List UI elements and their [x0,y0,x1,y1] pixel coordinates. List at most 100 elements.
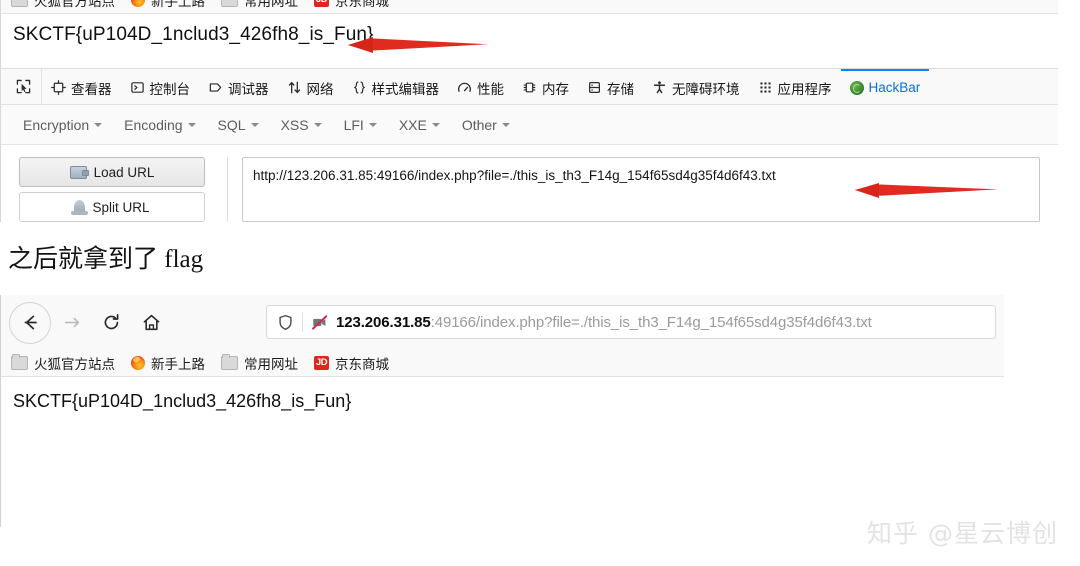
menu-label: Encryption [23,116,90,133]
tab-network[interactable]: 网络 [278,69,343,104]
home-button[interactable] [131,303,171,343]
tab-accessibility[interactable]: 无障碍环境 [643,69,749,104]
urlbar-separator [302,312,303,332]
bookmark-item[interactable]: 新手上路 [131,0,205,10]
chevron-down-icon [431,122,440,127]
hackbar-icon [849,80,864,95]
chevron-down-icon [501,122,510,127]
tab-label: 调试器 [228,81,269,97]
element-picker-icon [16,79,30,94]
tab-label: 样式编辑器 [371,81,440,97]
menu-label: Encoding [124,116,183,133]
load-url-icon [69,165,89,179]
chevron-down-icon [187,122,196,127]
reload-button[interactable] [91,303,131,343]
url-text: 123.206.31.85:49166/index.php?file=./thi… [336,314,872,331]
folder-icon [11,354,28,370]
split-url-label: Split URL [92,199,150,215]
forward-arrow-icon [64,317,79,328]
hackbar-menu-xss[interactable]: XSS [281,117,322,133]
tab-application[interactable]: 应用程序 [749,69,841,104]
memory-icon [523,82,536,93]
jd-icon: JD [314,0,329,7]
page-flag-text: SKCTF{uP104D_1nclud3_426fh8_is_Fun} [13,24,374,45]
application-icon [759,82,771,93]
tab-storage[interactable]: 存储 [578,69,643,104]
hackbar-button-column: Load URL Split URL [19,157,205,222]
folder-icon [221,0,238,7]
chevron-down-icon [368,122,377,127]
tab-console[interactable]: 控制台 [121,69,200,104]
folder-icon [11,0,28,7]
menu-label: XSS [280,116,309,133]
hackbar-url-input[interactable]: http://123.206.31.85:49166/index.php?fil… [242,157,1040,222]
bookmark-item[interactable]: 火狐官方站点 [11,0,115,10]
hackbar-menu-xxe[interactable]: XXE [399,117,440,133]
tab-label: 网络 [306,81,334,97]
hackbar-menu-other[interactable]: Other [462,117,510,133]
jd-icon: JD [314,356,329,370]
hackbar-menu-encoding[interactable]: Encoding [124,116,196,133]
accessibility-icon [653,81,666,94]
watermark: 知乎 @星云博创 [867,519,1058,548]
tab-label: 查看器 [71,81,112,97]
chevron-down-icon [94,122,103,127]
tab-inspector[interactable]: 查看器 [42,69,121,104]
menu-label: LFI [343,116,364,133]
hackbar-menu-bar: Encryption Encoding SQL XSS LFI XXE Othe… [1,105,1058,145]
back-button[interactable] [9,301,51,344]
tab-label: 无障碍环境 [672,81,740,97]
tab-style-editor[interactable]: 样式编辑器 [343,69,449,104]
menu-label: SQL [217,116,246,133]
bookmark-item[interactable]: JD 京东商城 [314,0,389,10]
forward-button[interactable] [51,303,91,343]
back-arrow-icon [24,315,37,330]
url-bar[interactable]: 123.206.31.85:49166/index.php?file=./thi… [266,305,996,339]
bookmarks-bar-clipped: 火狐官方站点 新手上路 常用网址 JD 京东商城 [1,0,1058,14]
hackbar-menu-lfi[interactable]: LFI [344,117,377,133]
element-picker-button[interactable] [5,69,42,104]
tab-debugger[interactable]: 调试器 [199,69,278,104]
camera-blocked-icon[interactable] [311,314,328,331]
bookmark-item-getting-started[interactable]: 新手上路 [131,353,205,373]
performance-icon [458,82,471,92]
split-url-button[interactable]: Split URL [19,192,205,222]
chevron-down-icon [313,122,322,127]
folder-icon [221,354,238,370]
tab-memory[interactable]: 内存 [513,69,578,104]
bookmarks-bar: 火狐官方站点 新手上路 常用网址 JD 京东商城 [1,350,1004,377]
bookmark-label: 新手上路 [151,357,205,372]
hackbar-menu-sql[interactable]: SQL [218,117,259,133]
url-host: 123.206.31.85 [336,313,431,331]
style-editor-icon [353,81,365,94]
chevron-down-icon [250,122,259,127]
browser-nav-bar: 123.206.31.85:49166/index.php?file=./thi… [1,295,1004,350]
tab-label: 内存 [542,81,569,97]
article-paragraph: 之后就拿到了 flag [8,246,204,273]
browser-screenshot: 123.206.31.85:49166/index.php?file=./thi… [0,295,1004,527]
bookmark-label: 火狐官方站点 [34,357,115,372]
shield-icon[interactable] [277,314,294,331]
tab-label: 性能 [477,81,504,97]
tab-label: HackBar [868,80,921,95]
menu-label: XXE [398,116,427,133]
hackbar-menu-encryption[interactable]: Encryption [23,116,103,133]
firefox-icon [131,356,145,370]
bookmark-item[interactable]: 常用网址 [221,0,298,10]
bookmark-label: 火狐官方站点 [34,0,115,9]
bookmark-item-common-sites[interactable]: 常用网址 [221,353,298,373]
debugger-icon [209,83,222,92]
load-url-button[interactable]: Load URL [19,157,205,187]
bookmark-label: 京东商城 [335,0,389,9]
reload-icon [104,314,118,330]
url-path: :49166/index.php?file=./this_is_th3_F14g… [430,313,872,331]
menu-label: Other [461,116,497,133]
devtools-screenshot: 火狐官方站点 新手上路 常用网址 JD 京东商城 SKCTF{uP104D_1n… [0,0,1058,222]
bookmark-item-jd[interactable]: JD 京东商城 [314,353,389,373]
bookmark-item-firefox-official[interactable]: 火狐官方站点 [11,353,115,373]
tab-label: 控制台 [149,81,191,97]
panel-divider [227,157,228,222]
tab-hackbar[interactable]: HackBar [840,69,930,104]
console-icon [130,82,144,93]
tab-performance[interactable]: 性能 [448,69,513,104]
